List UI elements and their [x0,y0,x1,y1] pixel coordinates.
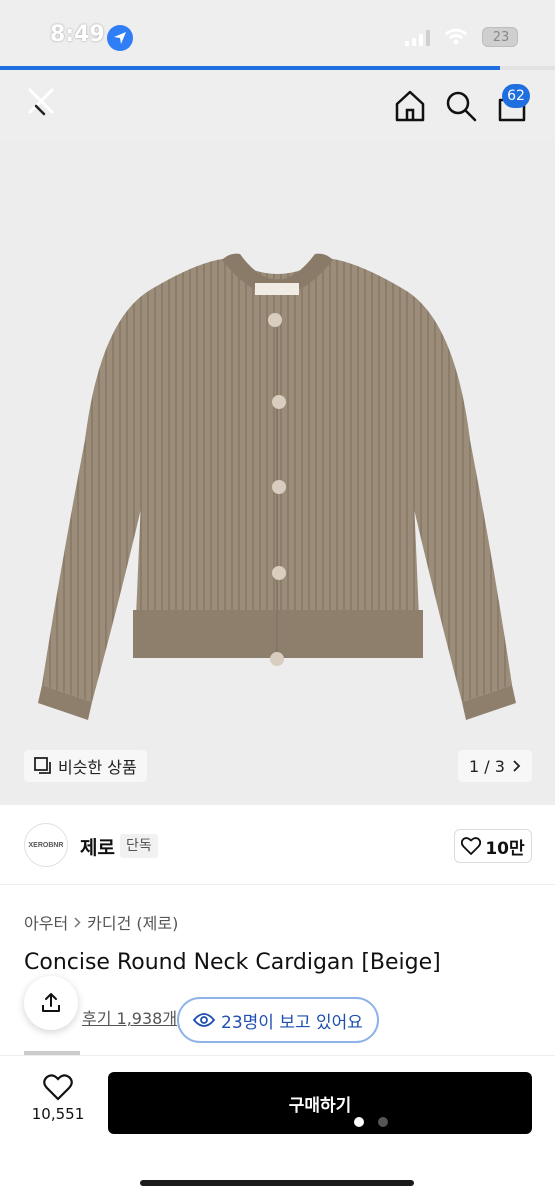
purchase-bar: 10,551 구매하기 [0,1055,555,1200]
wifi-icon [445,28,467,45]
home-indicator [140,1180,414,1186]
loading-indicator [354,1117,388,1127]
loading-dot [378,1117,388,1127]
battery-icon: 23 [482,27,518,47]
status-bar: 8:49 23 [0,0,555,66]
eye-icon [193,1013,216,1027]
brand-like-count: 10만 [485,838,525,859]
buy-button[interactable]: 구매하기 [108,1072,532,1134]
buy-button-label: 구매하기 [288,1095,352,1116]
cart-count-badge: 62 [502,84,530,108]
cellular-signal-icon [405,30,430,46]
status-time: 8:49 [50,22,105,47]
similar-products-button[interactable]: 비슷한 상품 [24,750,147,782]
cardigan-photo [38,253,516,720]
close-icon [28,88,54,116]
similar-products-label: 비슷한 상품 [58,758,137,777]
chevron-right-icon [513,760,521,772]
close-button[interactable] [22,82,62,122]
wishlist-count: 10,551 [31,1105,85,1123]
share-icon [42,993,60,1012]
share-button[interactable] [24,976,78,1030]
search-icon [446,91,477,122]
brand-row: XEROBNR 제로 단독 10만 [0,805,555,885]
wishlist-button[interactable]: 10,551 [20,1074,96,1134]
top-navigation [0,70,555,140]
brand-logo-text: XEROBNR [28,841,64,849]
breadcrumb-category[interactable]: 아우터 [24,910,68,934]
product-title: Concise Round Neck Cardigan [Beige] [24,950,441,975]
heart-icon [461,837,482,855]
breadcrumb-subcategory[interactable]: 카디건 (제로) [87,910,178,934]
similar-items-icon [34,757,51,774]
review-link[interactable]: 후기 1,938개 [82,1005,177,1029]
battery-level: 23 [492,30,510,45]
brand-logo[interactable]: XEROBNR [24,823,68,867]
image-counter-button[interactable]: 1 / 3 [458,750,532,782]
live-viewers-chip: 23명이 보고 있어요 [177,997,379,1043]
loading-dot [354,1117,364,1127]
search-button[interactable] [443,88,479,124]
exclusive-badge: 단독 [120,834,158,858]
heart-icon [43,1074,73,1101]
home-icon [395,90,425,122]
product-image-gallery[interactable]: 비슷한 상품 1 / 3 [0,140,555,805]
location-arrow-icon [107,25,133,51]
image-counter-text: 1 / 3 [469,756,505,776]
chevron-right-icon [74,916,81,928]
live-viewers-text: 23명이 보고 있어요 [221,1012,363,1033]
breadcrumb: 아우터 카디건 (제로) [24,910,178,934]
brand-name[interactable]: 제로 [80,833,115,860]
home-button[interactable] [392,88,428,124]
brand-like-button[interactable]: 10만 [454,829,532,863]
